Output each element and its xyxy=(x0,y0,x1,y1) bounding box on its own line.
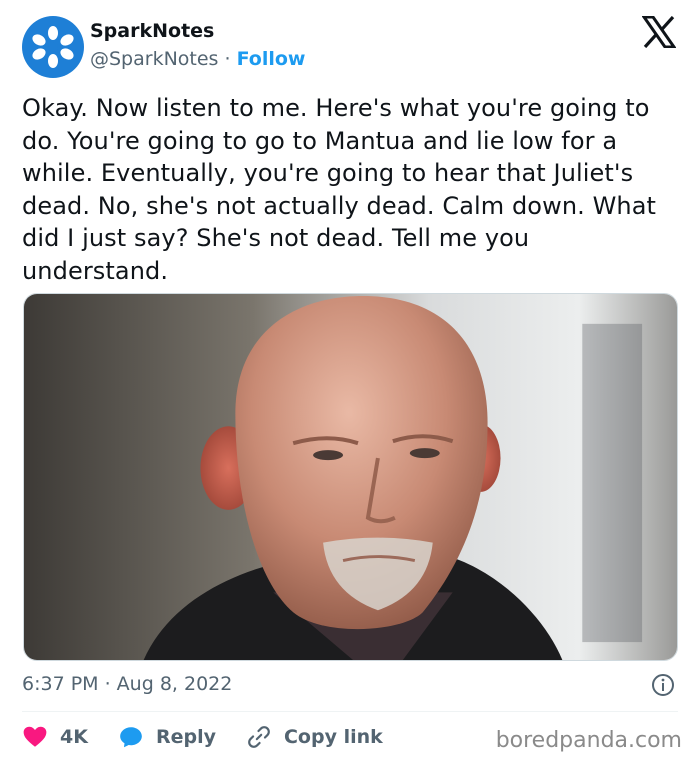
copy-link-label: Copy link xyxy=(283,726,383,748)
reply-label: Reply xyxy=(155,726,216,748)
like-count: 4K xyxy=(60,726,88,748)
tweet-card: SparkNotes @SparkNotes · Follow Okay. No… xyxy=(0,0,700,763)
sparknotes-logo-icon xyxy=(32,26,74,68)
action-bar: 4K Reply Copy link xyxy=(22,722,413,752)
link-icon xyxy=(248,726,270,748)
display-name[interactable]: SparkNotes xyxy=(90,20,214,42)
reply-button[interactable]: Reply xyxy=(118,724,216,750)
x-logo-icon[interactable] xyxy=(642,16,676,48)
handle[interactable]: @SparkNotes xyxy=(90,48,218,70)
photo-bald-man-icon xyxy=(24,294,677,660)
tweet-photo[interactable] xyxy=(23,293,678,661)
tweet-text: Okay. Now listen to me. Here's what you'… xyxy=(22,94,657,285)
reply-bubble-icon xyxy=(120,727,142,748)
info-icon[interactable] xyxy=(651,673,675,697)
separator: · xyxy=(218,48,237,70)
avatar[interactable] xyxy=(22,16,84,78)
like-button[interactable]: 4K xyxy=(22,724,88,750)
timestamp[interactable]: 6:37 PM · Aug 8, 2022 xyxy=(22,673,232,695)
heart-icon xyxy=(23,726,47,747)
divider xyxy=(22,711,678,712)
copy-link-button[interactable]: Copy link xyxy=(246,724,383,750)
watermark: boredpanda.com xyxy=(495,728,682,753)
follow-button[interactable]: Follow xyxy=(237,48,306,70)
handle-row: @SparkNotes · Follow xyxy=(90,48,306,70)
